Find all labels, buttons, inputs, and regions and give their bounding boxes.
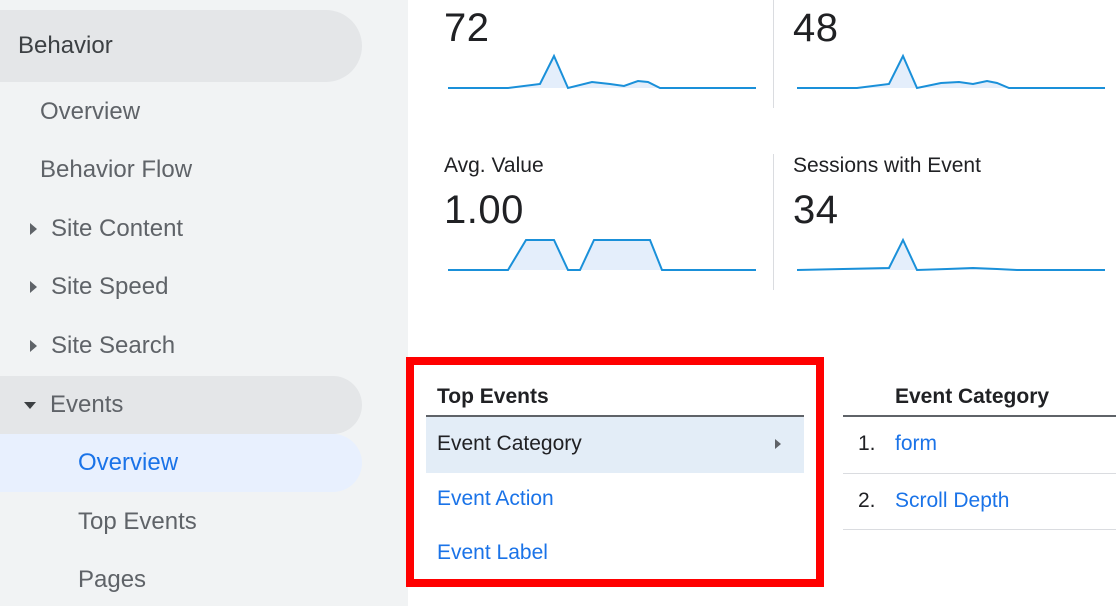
table-row-link[interactable]: Scroll Depth — [895, 489, 1009, 513]
sidebar-item-label: Overview — [78, 449, 179, 476]
event-table-header: Event Category — [895, 385, 1050, 408]
top-events-link-event-action[interactable]: Event Action — [437, 487, 554, 511]
metric-value: 48 — [793, 6, 839, 50]
sidebar-item-label: Overview — [40, 98, 141, 125]
sidebar-item-behavior-flow[interactable]: Behavior Flow — [40, 150, 192, 190]
metric-divider — [773, 0, 774, 108]
top-events-header: Top Events — [437, 385, 549, 408]
sidebar-item-label: Site Search — [51, 332, 176, 359]
table-row-number: 2. — [858, 489, 876, 512]
sidebar-item-label: Events — [50, 391, 124, 418]
sidebar: Behavior Overview Behavior Flow Site Con… — [0, 0, 408, 606]
sparkline — [448, 239, 756, 271]
sidebar-section-label: Behavior — [18, 32, 113, 59]
sidebar-item-pages[interactable]: Pages — [78, 560, 146, 600]
metric-value: 1.00 — [444, 188, 524, 232]
metric-value: 72 — [444, 6, 490, 50]
metric-title: Avg. Value — [444, 154, 544, 177]
event-table-header-rule — [843, 415, 1116, 417]
table-row-divider — [843, 529, 1116, 530]
caret-right-icon — [30, 340, 37, 352]
caret-down-icon — [24, 401, 36, 409]
sidebar-item-label: Site Content — [51, 215, 184, 242]
sidebar-item-label: Site Speed — [51, 273, 169, 300]
metric-value: 34 — [793, 188, 839, 232]
chevron-right-icon — [775, 439, 781, 449]
sparkline — [797, 53, 1105, 90]
sidebar-item-top-events[interactable]: Top Events — [78, 502, 197, 542]
sparkline — [797, 237, 1105, 272]
caret-right-icon — [30, 281, 37, 293]
sparkline — [448, 53, 756, 90]
sidebar-section-behavior[interactable]: Behavior — [0, 10, 362, 82]
table-row-number: 1. — [858, 432, 876, 455]
sidebar-item-overview[interactable]: Overview — [40, 92, 140, 132]
table-row-link[interactable]: form — [895, 432, 937, 456]
sidebar-item-label: Pages — [78, 566, 147, 593]
sidebar-item-site-content[interactable]: Site Content — [30, 209, 183, 249]
sidebar-item-events-overview[interactable]: Overview — [0, 434, 362, 492]
sidebar-item-label: Top Events — [78, 508, 197, 535]
sidebar-item-label: Behavior Flow — [40, 156, 193, 183]
metric-title: Sessions with Event — [793, 154, 981, 177]
top-events-row-label: Event Category — [437, 432, 582, 455]
caret-right-icon — [30, 223, 37, 235]
metric-divider — [773, 154, 774, 290]
sidebar-item-site-speed[interactable]: Site Speed — [30, 267, 168, 307]
top-events-link-event-label[interactable]: Event Label — [437, 541, 548, 565]
sidebar-item-site-search[interactable]: Site Search — [30, 326, 175, 366]
sidebar-item-events[interactable]: Events — [0, 376, 362, 434]
table-row-divider — [843, 473, 1116, 474]
